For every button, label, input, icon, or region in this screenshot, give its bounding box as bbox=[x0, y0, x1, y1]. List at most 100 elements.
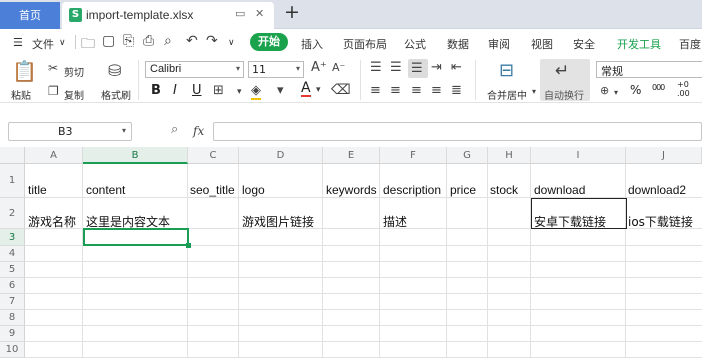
align-center-icon[interactable]: ≡ bbox=[390, 83, 401, 98]
column-header-a[interactable]: A bbox=[25, 147, 83, 164]
save-icon[interactable]: ⎘ bbox=[123, 33, 134, 49]
copy-button[interactable]: 复制 bbox=[64, 87, 84, 102]
tab-file[interactable]: S import-template.xlsx ▭ ✕ bbox=[62, 2, 274, 29]
fill-color-icon[interactable]: ◈ bbox=[251, 83, 261, 100]
fill-dropdown-icon[interactable]: ▾ bbox=[277, 83, 284, 98]
cell-a1[interactable]: title bbox=[28, 183, 47, 197]
active-cell-b3[interactable] bbox=[83, 228, 189, 246]
chevron-down-icon[interactable]: ▾ bbox=[614, 88, 618, 97]
percent-button[interactable]: % bbox=[630, 83, 641, 97]
wrap-text-button[interactable]: ↵ 自动换行 bbox=[540, 59, 590, 102]
cell-g1[interactable]: price bbox=[450, 183, 476, 197]
row-header-8[interactable]: 8 bbox=[0, 310, 25, 326]
tab-developer[interactable]: 开发工具 bbox=[617, 36, 661, 52]
paste-icon[interactable]: 📋 bbox=[12, 59, 37, 83]
cell-c1[interactable]: seo_title bbox=[190, 183, 235, 197]
column-header-e[interactable]: E bbox=[323, 147, 380, 164]
align-bottom-icon[interactable]: ☰ bbox=[411, 61, 423, 76]
scissors-icon[interactable]: ✂ bbox=[48, 61, 58, 75]
chevron-down-icon[interactable]: ▾ bbox=[237, 87, 242, 97]
font-shrink-icon[interactable]: A⁻ bbox=[332, 61, 345, 74]
name-box[interactable]: B3 ▾ bbox=[8, 122, 132, 141]
row-header-1[interactable]: 1 bbox=[0, 164, 25, 198]
window-icon[interactable]: ▭ bbox=[235, 7, 245, 20]
font-family-select[interactable]: Calibri ▾ bbox=[145, 61, 244, 78]
cell-h1[interactable]: stock bbox=[490, 183, 518, 197]
format-painter-button[interactable]: 格式刷 bbox=[101, 87, 131, 102]
redo-icon[interactable]: ↷ bbox=[206, 33, 218, 49]
column-header-c[interactable]: C bbox=[188, 147, 239, 164]
indent-icon[interactable]: ⇥ bbox=[431, 60, 442, 75]
fx-button[interactable]: fx bbox=[193, 124, 204, 138]
italic-button[interactable]: I bbox=[173, 83, 177, 98]
eraser-icon[interactable]: ⌫ bbox=[331, 82, 351, 98]
merge-center-button[interactable]: 合并居中 bbox=[487, 87, 527, 102]
tab-formulas[interactable]: 公式 bbox=[404, 36, 426, 52]
tab-insert[interactable]: 插入 bbox=[301, 36, 323, 52]
row-header-4[interactable]: 4 bbox=[0, 246, 25, 262]
cell-j1[interactable]: download2 bbox=[628, 183, 686, 197]
number-format-select[interactable]: 常规 bbox=[596, 61, 702, 78]
align-middle-icon[interactable]: ☰ bbox=[390, 60, 402, 75]
print-preview-icon[interactable]: ⌕ bbox=[164, 33, 172, 49]
bold-button[interactable]: B bbox=[151, 83, 161, 98]
row-header-7[interactable]: 7 bbox=[0, 294, 25, 310]
cell-f1[interactable]: description bbox=[383, 183, 441, 197]
cell-d2[interactable]: 游戏图片链接 bbox=[242, 213, 314, 230]
undo-icon[interactable]: ↶ bbox=[186, 33, 198, 49]
align-right-icon[interactable]: ≡ bbox=[411, 83, 422, 98]
tab-data[interactable]: 数据 bbox=[447, 36, 469, 52]
menu-icon[interactable]: ☰ bbox=[13, 36, 23, 49]
outdent-icon[interactable]: ⇤ bbox=[451, 60, 462, 75]
cell-i2[interactable]: 安卓下载链接 bbox=[534, 213, 606, 230]
font-color-icon[interactable]: A bbox=[301, 81, 311, 97]
row-header-2[interactable]: 2 bbox=[0, 198, 25, 229]
column-header-b[interactable]: B bbox=[83, 147, 188, 164]
column-header-i[interactable]: I bbox=[531, 147, 626, 164]
folder-icon[interactable]: 🗀 bbox=[81, 33, 95, 57]
align-top-icon[interactable]: ☰ bbox=[370, 60, 382, 75]
font-size-select[interactable]: 11 ▾ bbox=[248, 61, 304, 78]
formula-input[interactable] bbox=[213, 122, 702, 141]
row-header-6[interactable]: 6 bbox=[0, 278, 25, 294]
cell-d1[interactable]: logo bbox=[242, 183, 265, 197]
menu-file[interactable]: 文件 bbox=[32, 36, 54, 52]
cell-b1[interactable]: content bbox=[86, 183, 125, 197]
underline-button[interactable]: U bbox=[192, 83, 202, 98]
tab-review[interactable]: 审阅 bbox=[488, 36, 510, 52]
new-tab-button[interactable]: + bbox=[284, 1, 300, 23]
border-icon[interactable]: ⊞ bbox=[213, 83, 224, 98]
select-all-corner[interactable] bbox=[0, 147, 25, 164]
justify-icon[interactable]: ≡ bbox=[431, 83, 442, 98]
cell-f2[interactable]: 描述 bbox=[383, 213, 407, 230]
merge-center-icon[interactable]: ⊟ bbox=[499, 60, 514, 81]
cell-j2[interactable]: ios下载链接 bbox=[628, 213, 693, 230]
column-header-f[interactable]: F bbox=[380, 147, 447, 164]
tab-home[interactable]: 首页 bbox=[0, 2, 60, 29]
open-icon[interactable]: ▢ bbox=[102, 33, 115, 49]
column-header-g[interactable]: G bbox=[447, 147, 488, 164]
row-header-5[interactable]: 5 bbox=[0, 262, 25, 278]
distribute-icon[interactable]: ≣ bbox=[451, 83, 462, 98]
fill-handle[interactable] bbox=[186, 243, 191, 248]
close-tab-icon[interactable]: ✕ bbox=[255, 7, 264, 20]
cut-button[interactable]: 剪切 bbox=[64, 64, 84, 79]
tab-page-layout[interactable]: 页面布局 bbox=[343, 36, 387, 52]
copy-icon[interactable]: ❐ bbox=[48, 84, 59, 98]
cell-i1[interactable]: download bbox=[534, 183, 585, 197]
cell-a2[interactable]: 游戏名称 bbox=[28, 213, 76, 230]
thousands-button[interactable]: 000 bbox=[652, 83, 665, 92]
column-header-j[interactable]: J bbox=[626, 147, 702, 164]
tab-start[interactable]: 开始 bbox=[250, 33, 288, 51]
chevron-down-icon[interactable]: ∨ bbox=[59, 38, 66, 48]
zoom-icon[interactable]: ⌕ bbox=[171, 122, 178, 137]
column-header-h[interactable]: H bbox=[488, 147, 531, 164]
currency-icon[interactable]: ⊕ bbox=[600, 84, 609, 97]
tab-view[interactable]: 视图 bbox=[531, 36, 553, 52]
decrease-decimal-button[interactable]: +0 .00 bbox=[677, 80, 699, 98]
chevron-down-icon[interactable]: ▾ bbox=[532, 87, 536, 96]
font-grow-icon[interactable]: A⁺ bbox=[311, 60, 327, 75]
row-header-3[interactable]: 3 bbox=[0, 229, 25, 246]
row-header-10[interactable]: 10 bbox=[0, 342, 25, 358]
row-header-9[interactable]: 9 bbox=[0, 326, 25, 342]
